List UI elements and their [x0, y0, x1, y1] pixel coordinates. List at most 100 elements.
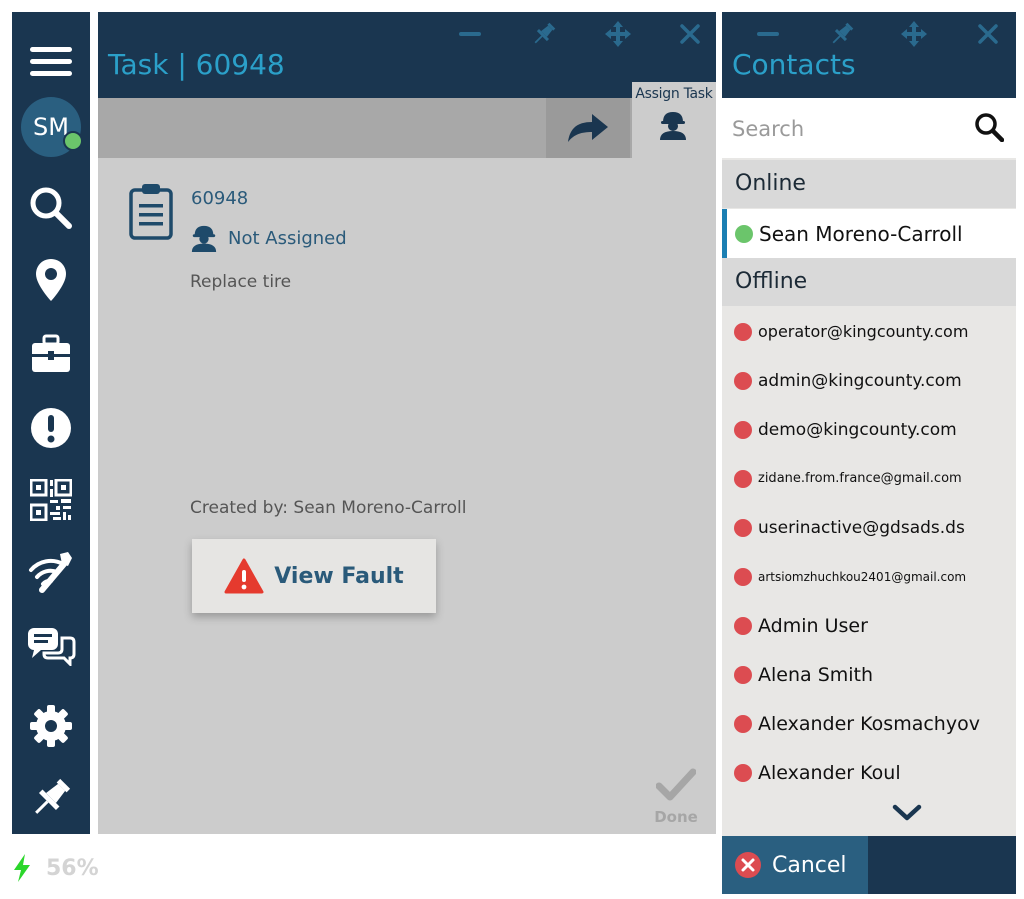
online-section-header: Online	[722, 160, 1016, 208]
offline-status-dot	[734, 518, 752, 537]
contact-name: Alena Smith	[758, 663, 874, 686]
assign-task-label: Assign Task	[635, 86, 713, 102]
contact-item[interactable]: userinactive@gdsads.ds	[722, 503, 1016, 552]
offline-section-header: Offline	[722, 258, 1016, 306]
contact-name: operator@kingcounty.com	[758, 322, 969, 341]
pin-window-button[interactable]	[824, 18, 860, 50]
checkmark-icon	[655, 768, 697, 801]
contact-item[interactable]: demo@kingcounty.com	[722, 405, 1016, 454]
contact-item[interactable]: Alena Smith	[722, 650, 1016, 699]
search-icon	[975, 113, 1005, 143]
hamburger-icon	[30, 47, 72, 76]
offline-status-dot	[734, 616, 752, 635]
pin-icon	[832, 22, 854, 44]
move-icon	[605, 21, 631, 47]
wifi-wrench-icon	[29, 552, 72, 593]
cancel-button[interactable]: Cancel	[722, 836, 868, 894]
scroll-down-button[interactable]	[892, 804, 922, 826]
charging-bolt-icon	[14, 854, 30, 882]
contact-name: userinactive@gdsads.ds	[758, 517, 965, 538]
pin-icon	[35, 778, 71, 814]
worker-icon	[191, 225, 217, 252]
online-status-dot	[735, 224, 753, 243]
gear-icon	[30, 705, 72, 747]
offline-status-dot	[734, 322, 752, 341]
offline-status-dot	[734, 371, 752, 390]
minimize-button[interactable]	[452, 18, 488, 50]
chat-nav-button[interactable]	[12, 616, 90, 676]
close-window-button[interactable]	[970, 18, 1006, 50]
pin-window-button[interactable]	[526, 18, 562, 50]
cancel-icon	[735, 852, 761, 878]
online-status-dot	[63, 131, 83, 151]
qr-code-nav-button[interactable]	[12, 470, 90, 530]
menu-button[interactable]	[12, 32, 90, 92]
contact-item[interactable]: admin@kingcounty.com	[722, 356, 1016, 405]
user-avatar-button[interactable]: SM	[12, 96, 90, 158]
contact-name: Alexander Koul	[758, 761, 901, 784]
avatar: SM	[21, 97, 83, 157]
offline-status-dot	[734, 763, 752, 782]
contact-item[interactable]: operator@kingcounty.com	[722, 307, 1016, 356]
search-nav-button[interactable]	[12, 178, 90, 238]
pin-icon	[534, 22, 556, 44]
cancel-label: Cancel	[772, 852, 847, 878]
done-label: Done	[654, 808, 698, 826]
task-panel: Task | 60948 Assign Task 60948 Not Assig…	[98, 12, 716, 834]
search-input[interactable]	[730, 110, 964, 148]
chevron-down-icon	[892, 804, 922, 821]
contact-name: Alexander Kosmachyov	[758, 712, 980, 735]
alert-icon	[31, 408, 71, 448]
done-button[interactable]: Done	[646, 768, 706, 832]
minimize-button[interactable]	[750, 18, 786, 50]
contact-item[interactable]: Sean Moreno-Carroll	[722, 209, 1016, 258]
contact-item[interactable]: Alexander Koul	[722, 748, 1016, 797]
move-window-button[interactable]	[896, 18, 932, 50]
worker-icon	[660, 112, 686, 140]
contact-item[interactable]: Admin User	[722, 601, 1016, 650]
location-nav-button[interactable]	[12, 250, 90, 310]
wifi-tools-nav-button[interactable]	[12, 542, 90, 602]
toolbox-nav-button[interactable]	[12, 324, 90, 384]
chat-icon	[28, 628, 76, 666]
alerts-nav-button[interactable]	[12, 398, 90, 458]
battery-percent: 56%	[46, 855, 99, 881]
contact-name: admin@kingcounty.com	[758, 370, 962, 391]
contact-item[interactable]: zidane.from.france@gmail.com	[722, 454, 1016, 503]
contacts-title: Contacts	[732, 48, 856, 81]
task-panel-header: Task | 60948	[98, 12, 716, 98]
view-fault-label: View Fault	[274, 563, 404, 589]
task-details: 60948 Not Assigned Replace tire Created …	[98, 158, 716, 834]
pin-nav-button[interactable]	[12, 768, 90, 828]
contacts-header: Contacts	[722, 12, 1016, 98]
contacts-footer: Cancel	[722, 836, 1016, 894]
offline-status-dot	[734, 469, 752, 488]
offline-status-dot	[734, 420, 752, 439]
forward-button[interactable]	[546, 98, 630, 158]
close-icon	[680, 24, 700, 44]
battery-status: 56%	[12, 848, 99, 888]
contact-item[interactable]: Alexander Kosmachyov	[722, 699, 1016, 748]
view-fault-button[interactable]: View Fault	[192, 539, 436, 613]
contact-item[interactable]: artsiomzhuchkou2401@gmail.com	[722, 552, 1016, 601]
minimize-icon	[459, 32, 481, 36]
created-by-text: Created by: Sean Moreno-Carroll	[190, 498, 467, 518]
contact-name: artsiomzhuchkou2401@gmail.com	[758, 569, 967, 584]
qr-code-icon	[30, 479, 72, 521]
move-icon	[901, 21, 927, 47]
contact-search	[722, 98, 1016, 158]
settings-nav-button[interactable]	[12, 696, 90, 756]
task-id: 60948	[191, 188, 249, 209]
toolbox-icon	[32, 334, 70, 372]
search-button[interactable]	[974, 112, 1005, 146]
task-toolbar: Assign Task	[98, 82, 716, 158]
move-window-button[interactable]	[600, 18, 636, 50]
assignee-text: Not Assigned	[228, 227, 347, 249]
task-description: Replace tire	[190, 272, 292, 292]
contact-name: demo@kingcounty.com	[758, 419, 957, 440]
assign-task-button[interactable]: Assign Task	[632, 82, 716, 158]
close-window-button[interactable]	[672, 18, 708, 50]
warning-icon	[224, 558, 264, 594]
clipboard-icon	[129, 184, 173, 240]
search-icon	[30, 187, 72, 229]
